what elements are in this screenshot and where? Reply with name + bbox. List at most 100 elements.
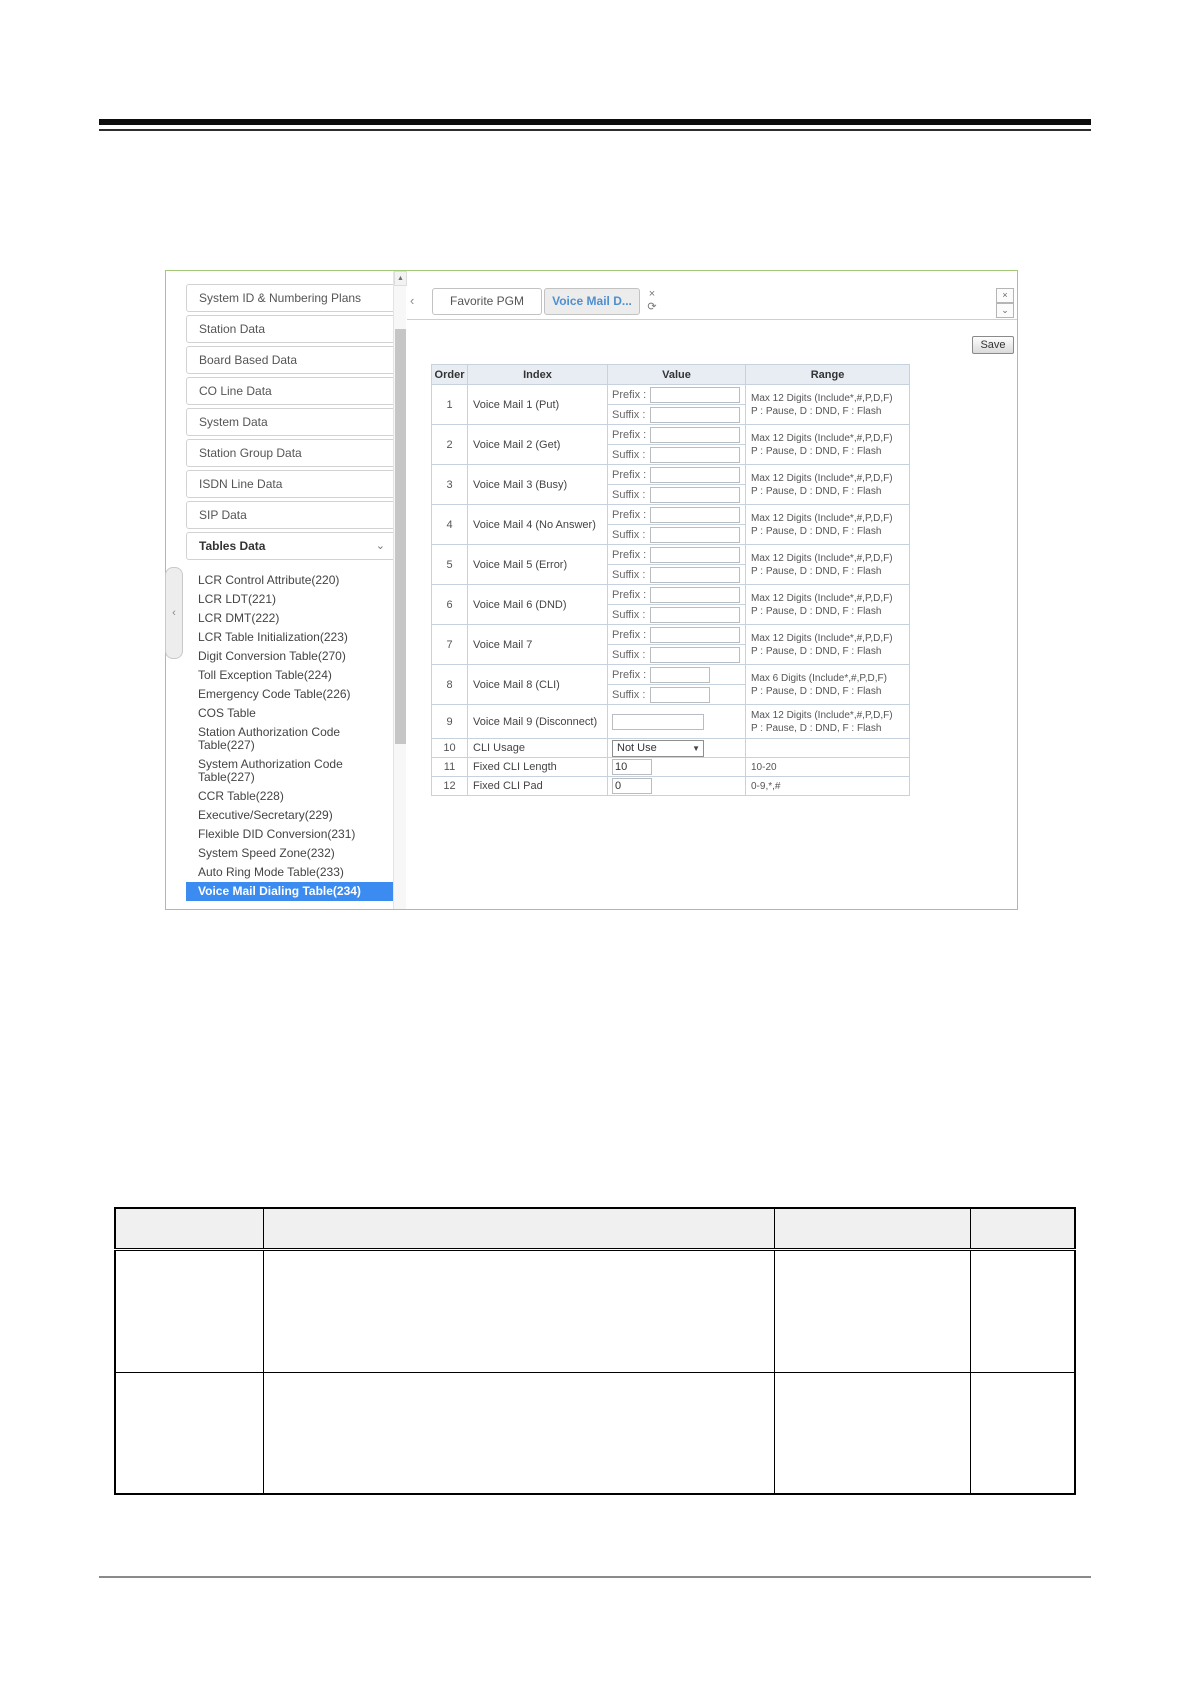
table-header-row: Order Index Value Range — [431, 364, 910, 385]
sidebar-link-lcr-control-attribute-220-[interactable]: LCR Control Attribute(220) — [186, 571, 396, 590]
sidebar-link-system-speed-zone-232-[interactable]: System Speed Zone(232) — [186, 844, 396, 863]
sidebar-link-executive-secretary-229-[interactable]: Executive/Secretary(229) — [186, 806, 396, 825]
sidebar-link-emergency-code-table-226-[interactable]: Emergency Code Table(226) — [186, 685, 396, 704]
manual-table-row — [114, 1248, 1076, 1373]
sidebar-item-station-group-data[interactable]: Station Group Data — [186, 439, 396, 467]
range-text: 10-20 — [751, 761, 777, 773]
value-label: Prefix : — [612, 588, 647, 601]
index-cell: Voice Mail 7 — [467, 624, 608, 665]
voice-mail-5-error--prefix-input[interactable] — [650, 546, 740, 563]
voice-mail-4-no-answer--suffix-input[interactable] — [650, 526, 740, 543]
tab-favorite-pgm[interactable]: Favorite PGM — [432, 288, 542, 315]
sidebar-section-tables-data[interactable]: Tables Data ⌄ — [186, 532, 396, 560]
sidebar-item-isdn-line-data[interactable]: ISDN Line Data — [186, 470, 396, 498]
pane-close-icon[interactable]: × — [996, 288, 1014, 303]
sidebar-item-system-data[interactable]: System Data — [186, 408, 396, 436]
range-cell: Max 12 Digits (Include*,#,P,D,F) P : Paus… — [745, 584, 910, 625]
voice-mail-7-suffix-input[interactable] — [650, 646, 740, 663]
tab-controls: × ⟳ — [644, 288, 660, 314]
app-screenshot-panel: System ID & Numbering Plans Station Data B… — [165, 270, 1018, 910]
tab-close-icon[interactable]: × — [644, 288, 660, 301]
sidebar-link-digit-conversion-table-270-[interactable]: Digit Conversion Table(270) — [186, 647, 396, 666]
sidebar-link-flexible-did-conversion-231-[interactable]: Flexible DID Conversion(231) — [186, 825, 396, 844]
value-cell — [607, 776, 746, 796]
voice-mail-1-put--prefix-input[interactable] — [650, 386, 740, 403]
tab-scroll-left-icon[interactable]: ‹ — [410, 293, 414, 308]
index-cell: Voice Mail 4 (No Answer) — [467, 504, 608, 545]
order-cell: 12 — [431, 776, 468, 796]
sidebar-link-ccr-table-228-[interactable]: CCR Table(228) — [186, 787, 396, 806]
footer-rule — [99, 1576, 1091, 1578]
order-cell: 3 — [431, 464, 468, 505]
fixed-cli-length-input[interactable] — [612, 759, 652, 775]
sidebar-scrollbar[interactable]: ▲ — [393, 271, 407, 909]
range-cell — [745, 738, 910, 758]
save-button[interactable]: Save — [972, 336, 1014, 354]
range-text: P : Pause, D : DND, F : Flash — [751, 565, 882, 577]
scrollbar-thumb[interactable] — [395, 329, 406, 744]
cli-usage-select[interactable]: Not Use ▼ — [612, 739, 704, 757]
voice-mail-table-wrap: Order Index Value Range 1 Voice Mail 1 (Put)… — [431, 364, 910, 796]
voice-mail-2-get--prefix-input[interactable] — [650, 426, 740, 443]
index-cell: Voice Mail 3 (Busy) — [467, 464, 608, 505]
index-cell: Voice Mail 8 (CLI) — [467, 664, 608, 705]
header-rule-thin — [99, 129, 1091, 131]
sidebar-item-co-line-data[interactable]: CO Line Data — [186, 377, 396, 405]
sidebar-link-voice-mail-dialing-table-234-[interactable]: Voice Mail Dialing Table(234) — [186, 882, 396, 901]
voice-mail-6-dnd--prefix-input[interactable] — [650, 586, 740, 603]
empty-header-cell — [774, 1207, 971, 1250]
value-cell: Prefix : — [607, 584, 746, 605]
order-cell: 1 — [431, 384, 468, 425]
sidebar-link-station-authorization-code-table-227-[interactable]: Station Authorization Code Table(227) — [186, 723, 396, 755]
voice-mail-5-error--suffix-input[interactable] — [650, 566, 740, 583]
index-cell: Voice Mail 1 (Put) — [467, 384, 608, 425]
sidebar-link-cos-table[interactable]: COS Table — [186, 704, 396, 723]
value-label: Suffix : — [612, 528, 646, 541]
value-cell: Prefix : — [607, 504, 746, 525]
fixed-cli-pad-input[interactable] — [612, 778, 652, 794]
collapse-left-icon: ‹ — [172, 607, 176, 619]
sidebar-link-lcr-dmt-222-[interactable]: LCR DMT(222) — [186, 609, 396, 628]
voice-mail-9-disconnect--input[interactable] — [612, 713, 704, 730]
table-row: 7 Voice Mail 7 Prefix : Max 12 Digits (Incl… — [431, 624, 910, 665]
voice-mail-8-cli--prefix-input[interactable] — [650, 666, 710, 683]
index-cell: Voice Mail 6 (DND) — [467, 584, 608, 625]
voice-mail-8-cli--suffix-input[interactable] — [650, 686, 710, 703]
voice-mail-7-prefix-input[interactable] — [650, 626, 740, 643]
voice-mail-2-get--suffix-input[interactable] — [650, 446, 740, 463]
order-cell: 7 — [431, 624, 468, 665]
voice-mail-4-no-answer--prefix-input[interactable] — [650, 506, 740, 523]
sidebar-item-station-data[interactable]: Station Data — [186, 315, 396, 343]
table-row: 6 Voice Mail 6 (DND) Prefix : Max 12 Digits… — [431, 584, 910, 625]
voice-mail-6-dnd--suffix-input[interactable] — [650, 606, 740, 623]
select-arrow-icon: ▼ — [692, 743, 700, 753]
pane-scroll-down-icon[interactable]: ⌄ — [996, 303, 1014, 318]
scroll-up-icon[interactable]: ▲ — [394, 271, 407, 286]
range-text: P : Pause, D : DND, F : Flash — [751, 722, 882, 734]
sidebar-item-system-id-numbering-plans[interactable]: System ID & Numbering Plans — [186, 284, 396, 312]
empty-cell — [263, 1248, 776, 1373]
value-cell: Suffix : — [607, 444, 746, 465]
tab-voice-mail-dialing[interactable]: Voice Mail D... — [544, 288, 640, 315]
sidebar-link-auto-ring-mode-table-233-[interactable]: Auto Ring Mode Table(233) — [186, 863, 396, 882]
sidebar-link-lcr-ldt-221-[interactable]: LCR LDT(221) — [186, 590, 396, 609]
table-row: 12Fixed CLI Pad 0-9,*,# — [431, 776, 910, 796]
sidebar-item-board-based-data[interactable]: Board Based Data — [186, 346, 396, 374]
column-header-range: Range — [745, 364, 910, 385]
sidebar-collapse-handle[interactable]: ‹ — [165, 567, 183, 659]
voice-mail-1-put--suffix-input[interactable] — [650, 406, 740, 423]
value-cell: Prefix : — [607, 624, 746, 645]
sidebar-link-toll-exception-table-224-[interactable]: Toll Exception Table(224) — [186, 666, 396, 685]
value-cell: Suffix : — [607, 644, 746, 665]
range-cell: Max 12 Digits (Include*,#,P,D,F) P : Paus… — [745, 504, 910, 545]
voice-mail-3-busy--prefix-input[interactable] — [650, 466, 740, 483]
sidebar-item-sip-data[interactable]: SIP Data — [186, 501, 396, 529]
sidebar-link-lcr-table-initialization-223-[interactable]: LCR Table Initialization(223) — [186, 628, 396, 647]
value-cell: Prefix : — [607, 664, 746, 685]
tab-refresh-icon[interactable]: ⟳ — [644, 301, 660, 314]
sidebar-link-system-authorization-code-table-227-[interactable]: System Authorization Code Table(227) — [186, 755, 396, 787]
table-row: 10 CLI Usage Not Use ▼ — [431, 738, 910, 758]
range-text: Max 12 Digits (Include*,#,P,D,F) — [751, 592, 893, 604]
voice-mail-3-busy--suffix-input[interactable] — [650, 486, 740, 503]
value-cell: Prefix : — [607, 384, 746, 405]
